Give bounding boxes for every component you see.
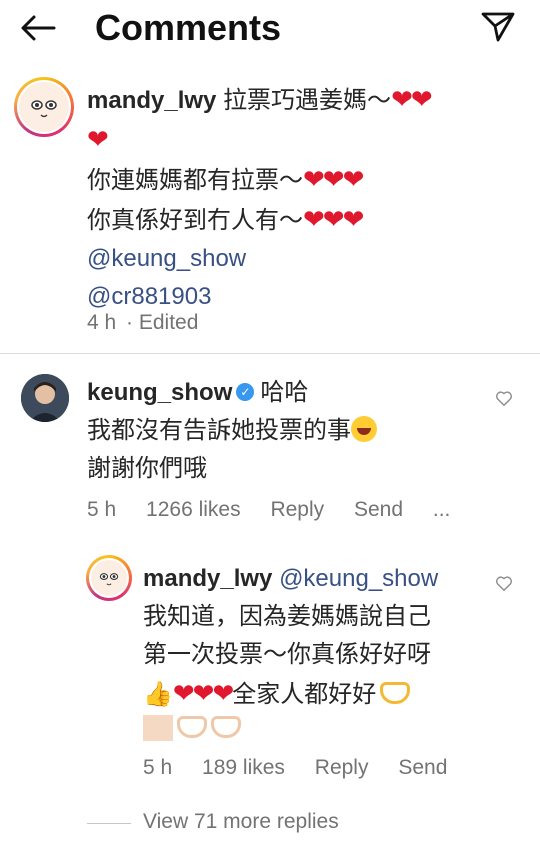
- heart-emoji: ❤❤❤: [172, 678, 234, 708]
- avatar[interactable]: [14, 77, 74, 137]
- comment-time: 4 h: [87, 311, 117, 334]
- heart-emoji: ❤❤❤: [303, 164, 364, 194]
- laughing-emoji-icon: [351, 416, 377, 442]
- heart-hands-icon: [380, 682, 411, 704]
- comment-time: 5 h: [87, 498, 117, 521]
- reply-meta: 5 h 189 likes Reply Send: [143, 756, 471, 780]
- heart-like-icon[interactable]: [495, 575, 513, 593]
- comment-text: 你連媽媽都有拉票〜: [87, 167, 303, 194]
- skin-tone-icon: [143, 715, 173, 741]
- more-options-button[interactable]: ...: [433, 498, 451, 521]
- comment-username[interactable]: mandy_lwy: [87, 87, 216, 114]
- comment-text: 我知道，因為姜媽媽說自己: [143, 603, 431, 630]
- likes-count[interactable]: 189 likes: [202, 756, 285, 779]
- comment-text: 我都沒有告訴她投票的事: [87, 417, 351, 444]
- comment-body: keung_show ✓ 哈哈 我都沒有告訴她投票的事 謝謝你們哦: [87, 374, 487, 488]
- comment-username[interactable]: keung_show: [87, 379, 232, 406]
- comment-text: 謝謝你們哦: [87, 455, 207, 482]
- back-arrow-icon[interactable]: [18, 12, 58, 44]
- avatar[interactable]: [21, 374, 69, 422]
- heart-emoji: ❤❤❤: [303, 204, 364, 234]
- comment-username[interactable]: mandy_lwy: [143, 565, 272, 592]
- heart-emoji: ❤: [87, 124, 109, 154]
- mention-link[interactable]: @keung_show: [279, 565, 438, 592]
- view-more-replies-button[interactable]: View 71 more replies: [143, 810, 339, 834]
- header-bar: Comments: [0, 0, 540, 58]
- page-title: Comments: [95, 7, 282, 48]
- comment-text: 全家人都好好: [232, 681, 377, 708]
- send-button[interactable]: Send: [398, 756, 447, 779]
- thumbs-up-icon: 👍: [143, 681, 173, 708]
- comment-text: 拉票巧遇姜媽〜: [223, 87, 392, 114]
- heart-emoji: ❤❤: [391, 84, 433, 114]
- edited-label: · Edited: [126, 311, 199, 334]
- reply-button[interactable]: Reply: [270, 498, 324, 521]
- mention-link[interactable]: @keung_show: [87, 240, 497, 278]
- comment-text: 哈哈: [260, 379, 309, 406]
- heart-hands-icon: [211, 716, 241, 738]
- reply-body: mandy_lwy @keung_show 我知道，因為姜媽媽說自己 第一次投票…: [143, 560, 483, 744]
- comment-body: mandy_lwy 拉票巧遇姜媽〜❤❤ ❤ 你連媽媽都有拉票〜❤❤❤ 你真係好到…: [87, 80, 497, 316]
- comment-text: 你真係好到冇人有〜: [87, 207, 303, 234]
- heart-like-icon[interactable]: [495, 390, 513, 408]
- heart-hands-icon: [177, 716, 207, 738]
- likes-count[interactable]: 1266 likes: [146, 498, 241, 521]
- paper-plane-icon[interactable]: [480, 11, 516, 43]
- comment-meta: 4 h · Edited: [87, 311, 222, 335]
- divider: [0, 353, 540, 354]
- divider-line: [87, 823, 131, 824]
- send-button[interactable]: Send: [354, 498, 403, 521]
- reply-button[interactable]: Reply: [315, 756, 369, 779]
- comment-time: 5 h: [143, 756, 173, 779]
- verified-badge-icon: ✓: [236, 382, 255, 401]
- comment-meta: 5 h 1266 likes Reply Send ...: [87, 498, 474, 522]
- comment-text: 第一次投票〜你真係好好呀: [143, 641, 431, 668]
- avatar[interactable]: [86, 555, 132, 601]
